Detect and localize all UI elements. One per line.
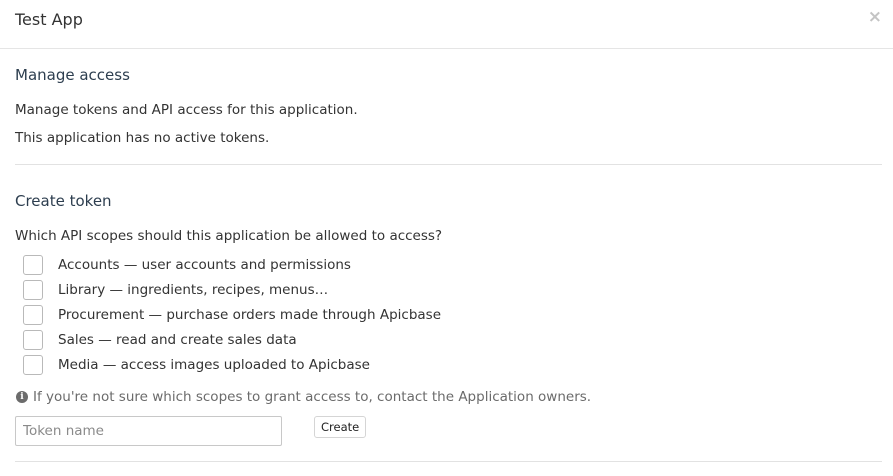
scope-label-sales: Sales — read and create sales data <box>58 332 297 348</box>
scope-hint-text: If you're not sure which scopes to grant… <box>33 389 592 405</box>
section-divider <box>15 164 882 165</box>
scope-checkbox-accounts[interactable] <box>23 255 43 275</box>
scope-option-sales[interactable]: Sales — read and create sales data <box>23 330 297 350</box>
scope-checkbox-library[interactable] <box>23 280 43 300</box>
scope-label-library: Library — ingredients, recipes, menus… <box>58 282 329 298</box>
scope-option-library[interactable]: Library — ingredients, recipes, menus… <box>23 280 328 300</box>
info-circle-icon: i <box>16 391 28 403</box>
scope-option-accounts[interactable]: Accounts — user accounts and permissions <box>23 255 351 275</box>
scope-label-media: Media — access images uploaded to Apicba… <box>58 357 370 373</box>
scope-option-media[interactable]: Media — access images uploaded to Apicba… <box>23 355 370 375</box>
scope-option-procurement[interactable]: Procurement — purchase orders made throu… <box>23 305 441 325</box>
create-token-button[interactable]: Create <box>314 416 367 438</box>
create-token-heading: Create token <box>15 192 112 210</box>
bottom-divider <box>15 461 882 462</box>
dialog-header: Test App × <box>0 0 893 49</box>
scopes-question: Which API scopes should this application… <box>15 228 443 244</box>
dialog-title: Test App <box>15 10 83 29</box>
token-name-input[interactable] <box>15 416 282 446</box>
close-icon[interactable]: × <box>868 8 882 26</box>
scope-checkbox-sales[interactable] <box>23 330 43 350</box>
token-status-text: This application has no active tokens. <box>15 130 270 146</box>
manage-access-heading: Manage access <box>15 66 130 84</box>
scope-label-procurement: Procurement — purchase orders made throu… <box>58 307 442 323</box>
scope-checkbox-media[interactable] <box>23 355 43 375</box>
scope-label-accounts: Accounts — user accounts and permissions <box>58 257 351 273</box>
manage-access-description: Manage tokens and API access for this ap… <box>15 102 358 118</box>
scope-checkbox-procurement[interactable] <box>23 305 43 325</box>
scope-hint: i If you're not sure which scopes to gra… <box>16 389 591 405</box>
